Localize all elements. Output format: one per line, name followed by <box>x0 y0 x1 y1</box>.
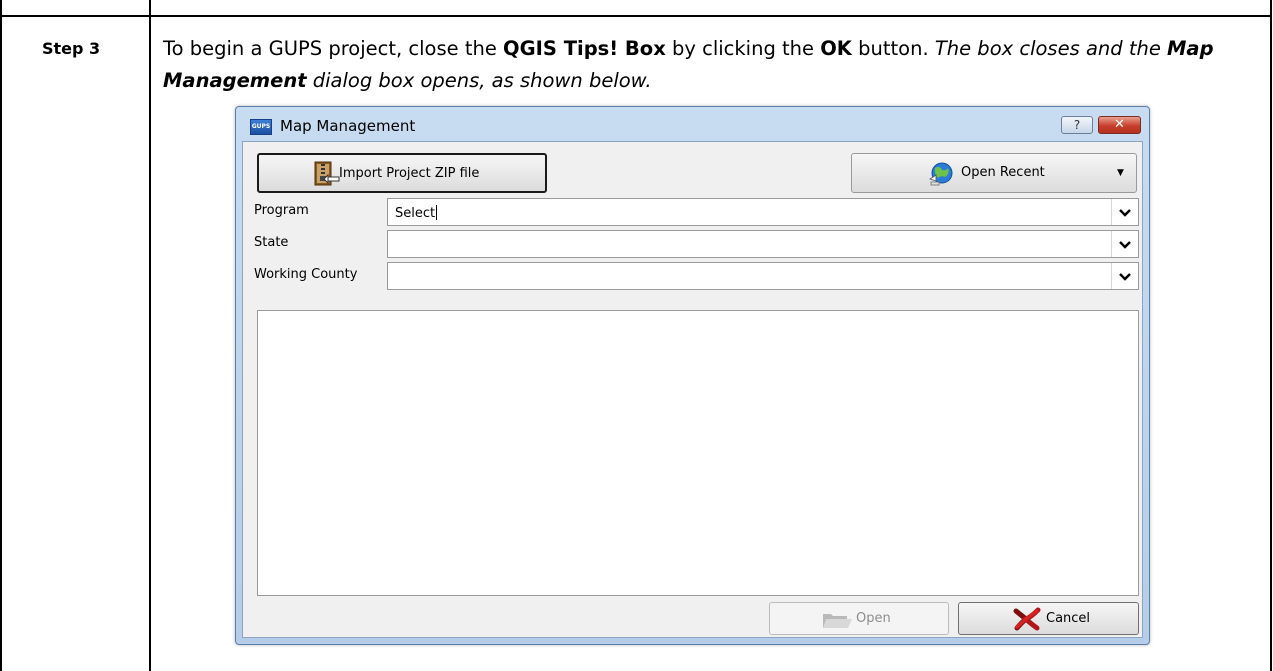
globe-icon <box>928 161 954 191</box>
chevron-down-icon[interactable] <box>1111 199 1138 225</box>
cancel-label: Cancel <box>1046 611 1091 626</box>
program-label: Program <box>254 203 309 218</box>
zip-archive-icon <box>314 161 340 191</box>
caret-down-icon: ▼ <box>1117 168 1124 178</box>
program-value: Select <box>395 205 438 221</box>
chevron-down-icon[interactable] <box>1111 231 1138 257</box>
cancel-button[interactable]: Cancel <box>958 602 1139 635</box>
instructions-qgis-tips: QGIS Tips! Box <box>503 37 666 60</box>
help-button[interactable]: ? <box>1061 116 1093 134</box>
open-label: Open <box>856 611 891 626</box>
instructions-ok: OK <box>820 37 852 60</box>
working-county-combobox[interactable] <box>387 262 1139 290</box>
close-button[interactable]: ✕ <box>1098 116 1141 134</box>
dialog-client-area: Import Project ZIP file Open Recent ▼ Pr… <box>242 141 1143 638</box>
instructions-text: button. <box>851 37 935 60</box>
table-border-left <box>0 0 2 671</box>
gups-app-icon: GUPS <box>250 119 272 135</box>
working-county-label: Working County <box>254 267 358 282</box>
step-instructions: To begin a GUPS project, close the QGIS … <box>163 33 1253 97</box>
text-cursor <box>436 205 438 220</box>
state-label: State <box>254 235 289 250</box>
open-button[interactable]: Open <box>769 602 949 635</box>
red-x-icon <box>1013 607 1041 635</box>
folder-icon <box>821 610 853 634</box>
state-combobox[interactable] <box>387 230 1139 258</box>
chevron-down-icon[interactable] <box>1111 263 1138 289</box>
program-value-text: Select <box>395 206 436 221</box>
table-border-divider <box>149 0 151 671</box>
import-project-zip-label: Import Project ZIP file <box>339 166 480 181</box>
instructions-text: by clicking the <box>665 37 821 60</box>
instructions-text: To begin a GUPS project, close the <box>163 37 504 60</box>
dialog-titlebar[interactable]: GUPS Map Management ? ✕ <box>236 107 1149 141</box>
open-recent-button[interactable]: Open Recent ▼ <box>851 153 1137 193</box>
project-list[interactable] <box>257 310 1139 596</box>
table-border-right <box>1270 0 1272 671</box>
instructions-italic: The box closes and the <box>934 37 1168 60</box>
table-border-top <box>0 15 1272 17</box>
instructions-italic: dialog box opens, as shown below. <box>306 69 652 92</box>
open-recent-label: Open Recent <box>961 165 1045 180</box>
import-project-zip-button[interactable]: Import Project ZIP file <box>257 153 547 193</box>
map-management-dialog: GUPS Map Management ? ✕ Import Project Z… <box>235 106 1150 645</box>
dialog-title: Map Management <box>280 117 416 135</box>
program-combobox[interactable]: Select <box>387 198 1139 226</box>
step-label: Step 3 <box>42 39 101 58</box>
